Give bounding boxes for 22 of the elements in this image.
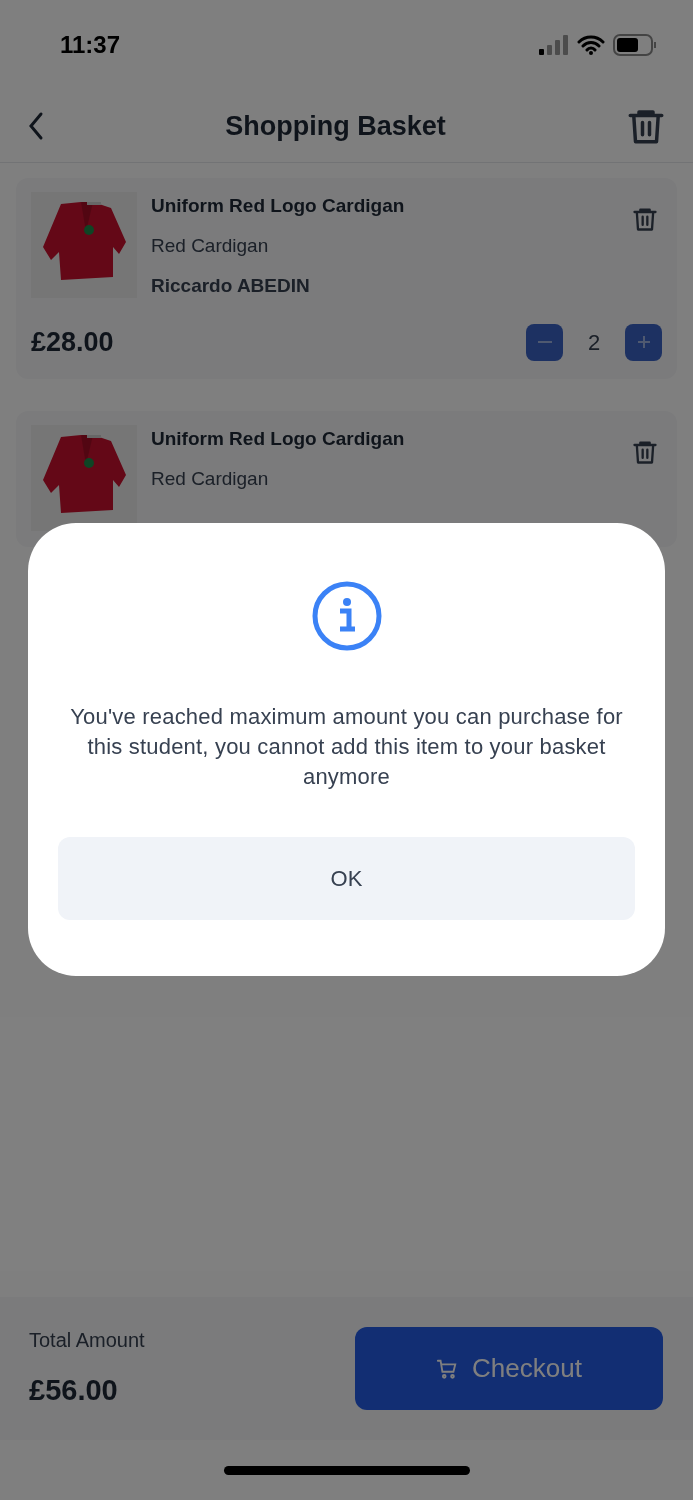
- item-title: Uniform Red Logo Cardigan: [151, 426, 406, 451]
- page-title: Shopping Basket: [225, 109, 446, 143]
- plus-icon: [635, 334, 652, 351]
- item-variant: Red Cardigan: [151, 466, 270, 491]
- item-title: Uniform Red Logo Cardigan: [151, 194, 406, 218]
- minus-icon: [537, 341, 552, 344]
- student-name: Riccardo ABEDIN: [151, 274, 311, 298]
- cart-icon: [436, 1357, 459, 1380]
- signal-icon: [539, 35, 569, 55]
- status-time: 11:37: [60, 30, 121, 60]
- info-icon: [310, 580, 383, 652]
- wifi-icon: [577, 35, 605, 55]
- increase-button[interactable]: [625, 323, 662, 361]
- total-label: Total Amount: [29, 1327, 145, 1353]
- total-amount: £56.00: [29, 1372, 119, 1408]
- ok-button[interactable]: OK: [58, 837, 635, 920]
- item-variant: Red Cardigan: [151, 234, 270, 258]
- battery-icon: [613, 34, 657, 56]
- dialog-message: You've reached maximum amount you can purchase for this student, you cannot add this item to your basket anymore: [69, 703, 624, 791]
- item-price: £28.00: [31, 326, 114, 359]
- decrease-button[interactable]: [526, 323, 563, 361]
- quantity-value: 2: [587, 328, 601, 357]
